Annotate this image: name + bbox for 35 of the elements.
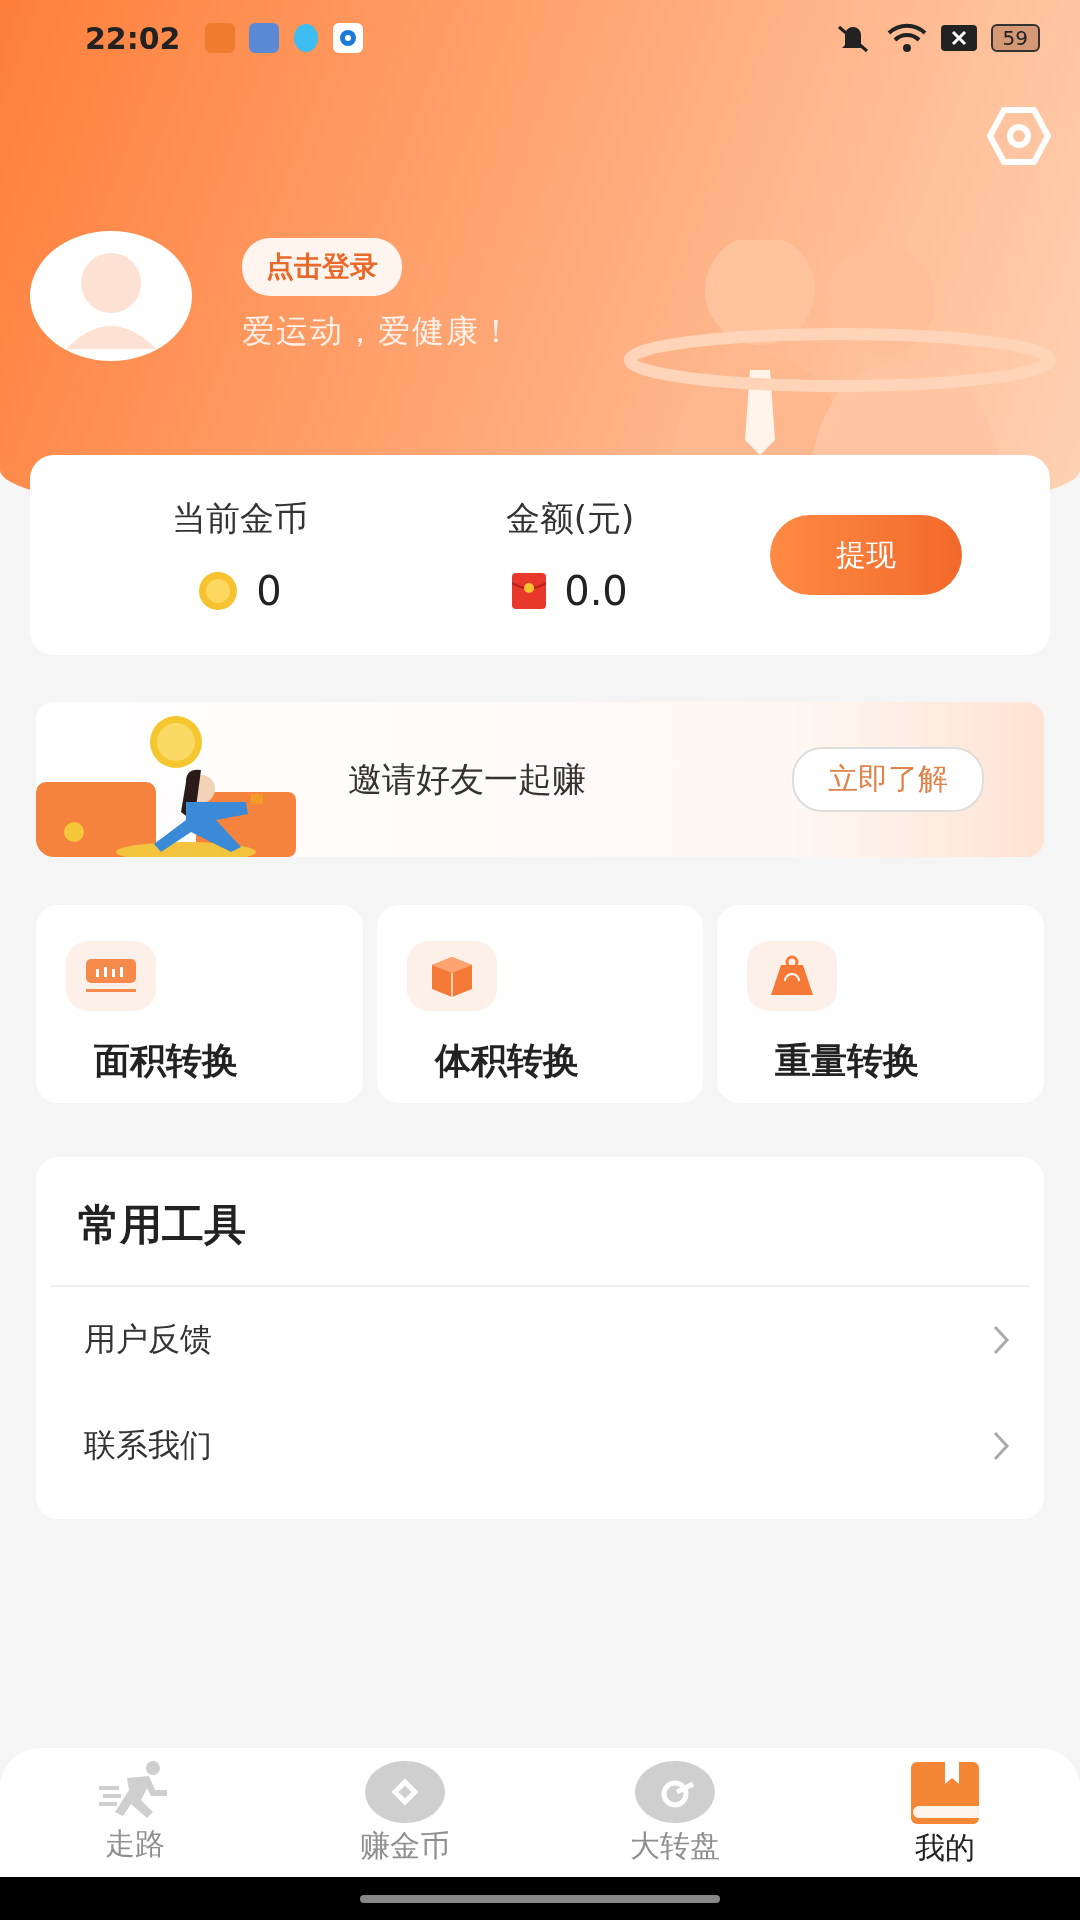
invite-title: 邀请好友一起赚 (348, 757, 586, 801)
converter-card[interactable]: 面积转换 (36, 905, 363, 1103)
menu-item[interactable]: 联系我们 (50, 1393, 1030, 1499)
coin-icon (198, 571, 239, 611)
avatar[interactable] (30, 231, 192, 361)
balance-value: 0.0 (564, 568, 628, 614)
chevron-icon (992, 1324, 1010, 1356)
wifi-icon (886, 23, 927, 53)
balance-label: 金额(元) (505, 497, 635, 540)
converter-label: 面积转换 (94, 1039, 239, 1083)
battery-level: 59 (990, 24, 1040, 52)
converter-label: 体积转换 (434, 1039, 580, 1083)
app-notification-icon (204, 23, 235, 53)
ruler-icon (84, 957, 138, 995)
app-notification-icon (292, 23, 319, 53)
chevron-icon (992, 1430, 1010, 1462)
app-notification-icon (332, 23, 363, 53)
status-time: 22:02 (85, 20, 181, 56)
balance-value: 0 (256, 568, 282, 614)
menu-item[interactable]: 用户反馈 (50, 1287, 1030, 1393)
balance-label: 当前金币 (172, 497, 308, 540)
target-icon (633, 1760, 717, 1824)
invite-banner[interactable]: 邀请好友一起赚 立即了解 (36, 702, 1044, 857)
weight-icon (769, 955, 816, 997)
book-icon (909, 1760, 981, 1826)
app-notification-icon (248, 23, 279, 53)
converter-label: 重量转换 (775, 1039, 921, 1083)
converter-card[interactable]: 体积转换 (376, 905, 704, 1103)
settings-icon[interactable] (986, 106, 1052, 166)
section-title: 常用工具 (77, 1199, 247, 1251)
no-sim-icon (940, 25, 977, 51)
envelope-icon (512, 573, 547, 609)
slogan: 爱运动，爱健康！ (242, 311, 514, 352)
converter-card[interactable]: 重量转换 (717, 905, 1044, 1103)
coin-icon (363, 1760, 447, 1824)
